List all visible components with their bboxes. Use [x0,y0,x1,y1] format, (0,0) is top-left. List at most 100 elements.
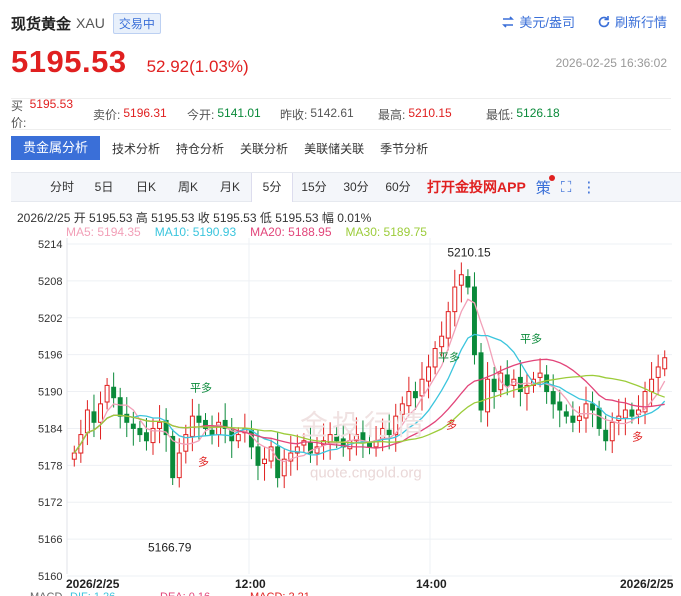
bid-item: 买价: 5195.53 [11,97,73,131]
strategy-icon[interactable]: 策 [536,174,555,198]
high-item: 最高: 5210.15 [378,106,486,123]
high-annotation: 5210.15 [447,245,491,259]
tab-daily-k[interactable]: 日K [125,173,167,202]
open-app-link[interactable]: 打开金投网APP [427,177,526,197]
watermark-brand: 金投行情 [300,410,428,441]
candle-body [458,274,464,286]
quote-details: 买价: 5195.53 卖价: 5196.31 今开: 5141.01 昨收: 5142… [11,97,671,131]
signal-annotation: 平多 [438,350,460,364]
candle-body [137,427,143,436]
tab-monthly-k[interactable]: 月K [209,173,251,202]
period-tabs: 分时 5日 日K 周K 月K 5分 15分 30分 60分 打开金投网APP 策… [11,172,681,202]
open-value: 5141.01 [217,105,261,120]
candle-body [130,423,136,429]
y-tick-label: 5184 [38,423,62,435]
prev-close-item: 昨收: 5142.61 [280,106,378,123]
candle-body [432,348,438,368]
refresh-link[interactable]: 刷新行情 [597,12,667,31]
ma-legend: MA5: 5194.35 MA10: 5190.93 MA20: 5188.95… [66,225,427,239]
instrument-header: 现货黄金 XAU 交易中 [11,10,161,36]
tab-correlation[interactable]: 关联分析 [232,140,296,157]
ma30-label: MA30: 5189.75 [345,225,427,239]
tab-60min[interactable]: 60分 [377,173,419,202]
macd-label: MACD: 2.21 [250,591,310,596]
candle-body [550,391,556,405]
candle-body [84,409,90,434]
currency-switch-label: 美元/盎司 [519,15,575,30]
quote-timestamp: 2026-02-25 16:36:02 [555,56,667,70]
period-spacer [11,173,41,202]
candle-body [255,446,261,466]
high-label: 最高: [378,107,406,122]
prev-close-label: 昨收: [280,107,308,122]
y-tick-label: 5178 [38,460,62,472]
candle-body [649,378,655,393]
candle-body [406,391,412,407]
tab-5min[interactable]: 5分 [251,172,293,202]
candle-body [445,311,451,339]
candle-body [471,286,477,356]
tab-seasonal[interactable]: 季节分析 [372,140,436,157]
refresh-icon [598,15,610,27]
candle-body [412,391,418,399]
header-links: 美元/盎司 刷新行情 [501,12,667,31]
ask-label: 卖价: [93,107,121,122]
swap-icon [502,15,515,28]
candle-body [117,397,123,417]
tab-technical[interactable]: 技术分析 [104,140,168,157]
high-value: 5210.15 [408,105,452,120]
candle-body [262,458,268,464]
more-icon[interactable]: ⋮ [581,178,596,196]
y-tick-label: 5166 [38,534,62,546]
last-price: 5195.53 [11,44,127,79]
candle-body [504,374,510,386]
watermark-url: quote.cngold.org [310,465,422,482]
candle-body [189,415,195,437]
tab-precious-metals[interactable]: 贵金属分析 [11,136,101,160]
candle-body [583,403,589,419]
tab-intraday[interactable]: 分时 [41,173,83,202]
candle-body [465,276,471,288]
y-tick-label: 5208 [38,276,62,288]
tab-position[interactable]: 持仓分析 [168,140,232,157]
candle-body [491,378,497,393]
candle-body [537,372,543,378]
candlestick-chart[interactable]: 5214 5208 5202 5196 5190 5184 5178 5172 5166 5160… [0,238,681,596]
candle-body [655,366,661,378]
candle-body [275,446,281,479]
low-item: 最低: 5126.18 [486,106,580,123]
tab-weekly-k[interactable]: 周K [167,173,209,202]
candle-body [111,386,117,399]
y-tick-label: 5190 [38,387,62,399]
candle-body [71,452,77,460]
open-label: 今开: [187,107,215,122]
signal-annotation: 平多 [520,331,542,345]
low-label: 最低: [486,107,514,122]
signal-annotation: 多 [446,417,457,431]
y-tick-label: 5196 [38,350,62,362]
candle-body [485,378,491,413]
tab-15min[interactable]: 15分 [293,173,335,202]
candle-body [570,415,576,423]
signal-annotation: 平多 [190,381,212,395]
ask-value: 5196.31 [123,105,167,120]
candle-body [104,384,110,403]
tab-fed[interactable]: 美联储关联 [296,140,372,157]
macd-label: DEA: 0.16 [160,591,210,596]
low-annotation: 5166.79 [148,540,192,554]
candle-body [143,432,149,442]
bid-label: 买价: [11,99,27,130]
candle-body [603,429,609,442]
prev-close-value: 5142.61 [310,105,354,120]
candle-body [91,411,97,423]
y-tick-label: 5214 [38,239,62,251]
candle-body [419,378,425,397]
fullscreen-icon[interactable]: ⛶ [561,179,572,196]
price-change: 52.92(1.03%) [146,57,249,76]
currency-switch-link[interactable]: 美元/盎司 [501,12,575,31]
candle-body [439,335,445,348]
y-tick-label: 5160 [38,571,62,583]
tab-5day[interactable]: 5日 [83,173,125,202]
candle-body [590,403,596,411]
tab-30min[interactable]: 30分 [335,173,377,202]
